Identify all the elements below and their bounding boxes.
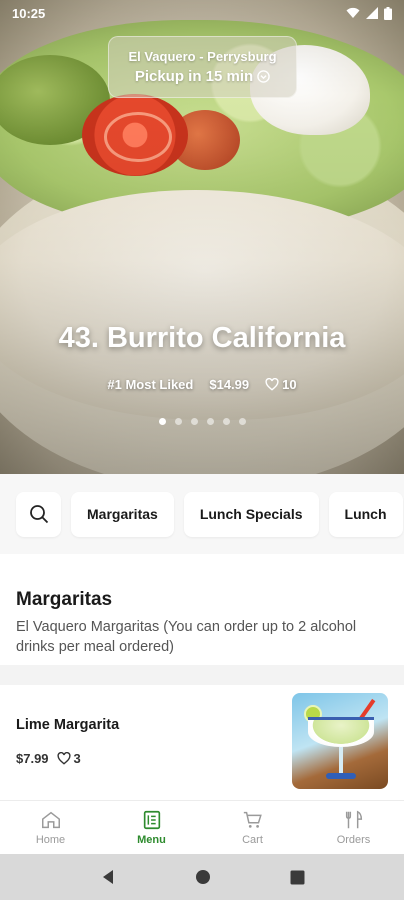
menu-item-likes-count: 3 bbox=[73, 750, 81, 766]
carousel-indicator[interactable] bbox=[0, 418, 404, 425]
featured-item-meta: #1 Most Liked $14.99 10 bbox=[0, 377, 404, 392]
home-circle-icon[interactable] bbox=[195, 869, 211, 885]
status-time: 10:25 bbox=[12, 5, 46, 21]
category-chip-margaritas[interactable]: Margaritas bbox=[71, 491, 174, 537]
bottom-navigation: Home Menu Cart Orders bbox=[0, 800, 404, 854]
menu-item-likes[interactable]: 3 bbox=[57, 751, 81, 766]
featured-badge: #1 Most Liked bbox=[107, 377, 194, 392]
status-bar: 10:25 bbox=[0, 0, 404, 26]
nav-home-label: Home bbox=[35, 834, 66, 846]
category-chip-lunch-specials[interactable]: Lunch Specials bbox=[183, 491, 319, 537]
glass-stem-graphic bbox=[339, 747, 343, 775]
search-icon bbox=[29, 505, 48, 524]
menu-item-image[interactable] bbox=[292, 693, 388, 789]
featured-price: $14.99 bbox=[209, 377, 250, 392]
search-button[interactable] bbox=[16, 491, 61, 537]
recents-icon[interactable] bbox=[290, 870, 305, 885]
featured-likes-count: 10 bbox=[282, 377, 297, 392]
pickup-time: Pickup in 15 min bbox=[135, 68, 270, 85]
nav-menu[interactable]: Menu bbox=[101, 801, 202, 854]
category-bar: Margaritas Lunch Specials Lunch bbox=[0, 474, 404, 554]
nav-cart[interactable]: Cart bbox=[202, 801, 303, 854]
home-icon bbox=[41, 811, 60, 829]
section-divider bbox=[0, 665, 404, 685]
signal-icon bbox=[366, 7, 378, 19]
category-chip-lunch[interactable]: Lunch bbox=[328, 491, 403, 537]
nav-orders[interactable]: Orders bbox=[303, 801, 404, 854]
menu-item[interactable]: Lime Margarita $7.99 3 bbox=[0, 685, 404, 797]
section-description: El Vaquero Margaritas (You can order up … bbox=[16, 619, 357, 655]
carousel-dot[interactable] bbox=[222, 418, 230, 425]
pickup-location-pill[interactable]: El Vaquero - Perrysburg Pickup in 15 min bbox=[108, 36, 297, 98]
battery-icon bbox=[384, 6, 392, 20]
section-title: Margaritas bbox=[16, 589, 113, 610]
featured-item-title: 43. Burrito California bbox=[58, 322, 346, 354]
wifi-icon bbox=[346, 7, 360, 18]
carousel-dot[interactable] bbox=[206, 418, 214, 425]
menu-section-header: Margaritas El Vaquero Margaritas (You ca… bbox=[0, 575, 404, 657]
menu-icon bbox=[143, 810, 160, 830]
featured-likes[interactable]: 10 bbox=[265, 377, 297, 392]
menu-item-price: $7.99 bbox=[16, 750, 49, 766]
carousel-dot[interactable] bbox=[174, 418, 182, 425]
back-icon[interactable] bbox=[100, 869, 116, 885]
chevron-down-circle-icon bbox=[257, 70, 270, 83]
menu-item-info: Lime Margarita $7.99 3 bbox=[16, 717, 292, 766]
system-icons bbox=[346, 6, 392, 20]
orders-icon bbox=[345, 810, 362, 829]
margarita-glass-graphic bbox=[308, 717, 374, 747]
heart-icon bbox=[57, 751, 71, 765]
nav-cart-label: Cart bbox=[242, 834, 263, 846]
nav-home[interactable]: Home bbox=[0, 801, 101, 854]
carousel-dot[interactable] bbox=[238, 418, 246, 425]
carousel-dot[interactable] bbox=[158, 418, 166, 425]
cart-icon bbox=[243, 811, 262, 828]
menu-item-name: Lime Margarita bbox=[16, 716, 120, 733]
heart-icon bbox=[265, 378, 279, 391]
nav-menu-label: Menu bbox=[137, 834, 166, 846]
nav-orders-label: Orders bbox=[336, 834, 371, 846]
store-name: El Vaquero - Perrysburg bbox=[128, 49, 277, 64]
glass-base-graphic bbox=[326, 773, 356, 779]
pickup-text: Pickup in 15 min bbox=[134, 68, 254, 85]
carousel-dot[interactable] bbox=[190, 418, 198, 425]
system-navigation-bar bbox=[0, 854, 404, 900]
menu-item-meta: $7.99 3 bbox=[16, 751, 292, 766]
